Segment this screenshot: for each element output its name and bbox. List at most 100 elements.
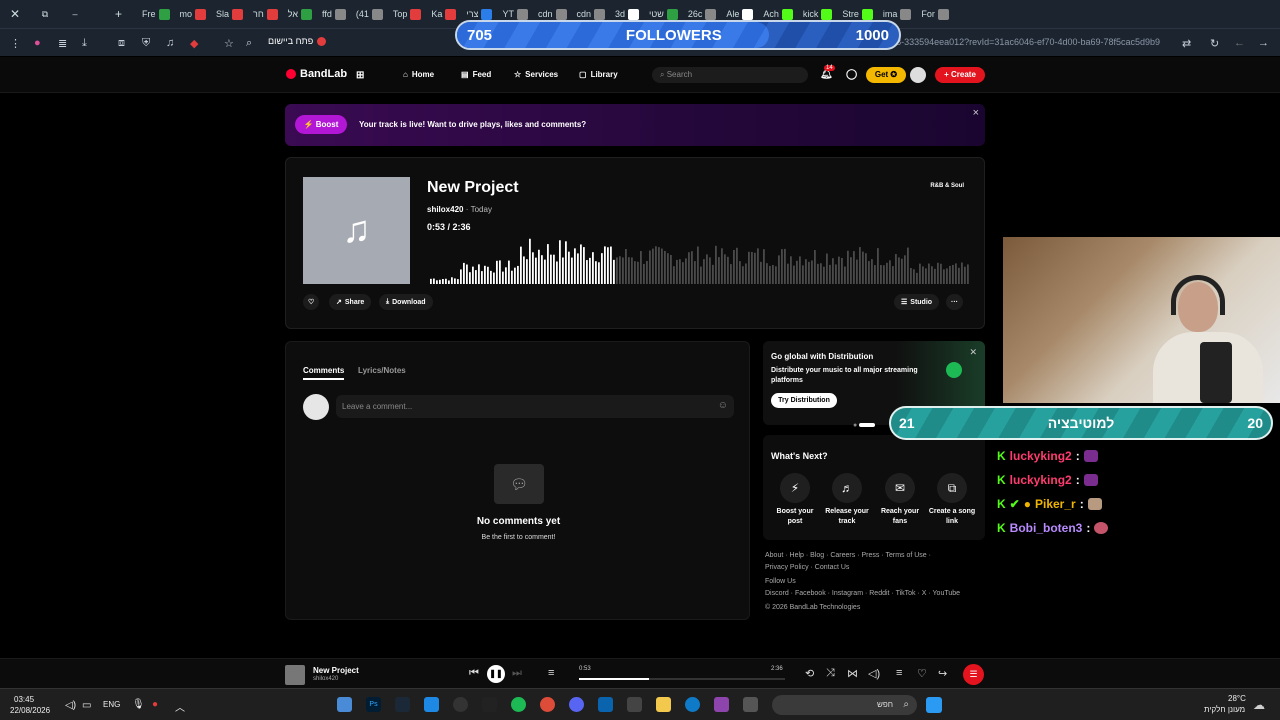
open-in-app-button[interactable]: פתח ביישום xyxy=(268,36,327,46)
app-icon[interactable] xyxy=(337,697,352,712)
skip-icon[interactable]: ⋈ xyxy=(847,667,858,680)
studio-button[interactable]: ☰ Studio xyxy=(894,294,940,310)
browser-tab[interactable]: Fre xyxy=(137,0,175,28)
edge-icon[interactable] xyxy=(685,697,700,712)
more-options-button[interactable]: ··· xyxy=(946,294,963,310)
tab-lyrics-notes[interactable]: Lyrics/Notes xyxy=(358,366,406,375)
player-title[interactable]: New Project xyxy=(313,666,359,675)
close-icon[interactable]: ✕ xyxy=(969,347,977,358)
repeat-icon[interactable]: ⟲ xyxy=(805,667,814,680)
reload-icon[interactable]: ↻ xyxy=(1210,37,1219,50)
bandlab-logo[interactable]: BandLab xyxy=(286,68,347,80)
nav-library[interactable]: ▢ Library xyxy=(579,70,618,79)
browser-tab[interactable]: אל xyxy=(283,0,317,28)
taskbar-search[interactable]: חפש ⌕ xyxy=(772,695,917,715)
mic-icon[interactable]: 🎙︎ xyxy=(132,699,145,710)
discord-icon[interactable] xyxy=(569,697,584,712)
like-button[interactable]: ♡ xyxy=(303,294,320,310)
clock-date[interactable]: 22/08/2026 xyxy=(10,706,50,715)
footer-links[interactable]: About · Help · Blog · Careers · Press · … xyxy=(765,550,990,562)
close-window-icon[interactable]: ✕ xyxy=(0,7,30,21)
browser-tab[interactable]: For xyxy=(916,0,954,28)
store-icon[interactable] xyxy=(627,697,642,712)
boost-post-action[interactable]: ⚡︎ Boost your post xyxy=(770,473,820,527)
obs-icon[interactable] xyxy=(453,697,468,712)
weather-desc[interactable]: מעונן חלקית xyxy=(1204,705,1245,714)
song-link-action[interactable]: ⧉ Create a song link xyxy=(927,473,977,527)
queue-icon[interactable]: ≡ xyxy=(548,667,554,679)
collections-icon[interactable]: ≣ xyxy=(58,37,67,50)
shield-icon[interactable]: ⛨ xyxy=(142,37,150,50)
track-artwork[interactable]: ♫ xyxy=(303,177,410,284)
player-thumbnail[interactable] xyxy=(285,665,305,685)
user-avatar[interactable] xyxy=(910,67,926,83)
app-tray-icon[interactable]: ● xyxy=(152,699,158,710)
spotify-icon[interactable] xyxy=(511,697,526,712)
shuffle-icon[interactable]: ⤨ xyxy=(826,667,835,680)
tab-actions-icon[interactable]: ⧉ xyxy=(30,9,60,20)
notepad-icon[interactable] xyxy=(424,697,439,712)
waveform[interactable] xyxy=(430,236,970,284)
browser-tab[interactable]: חר xyxy=(248,0,283,28)
download-icon[interactable]: ⤓ xyxy=(82,37,87,50)
browser-tab[interactable]: Sla xyxy=(211,0,248,28)
language-indicator[interactable]: ENG xyxy=(103,700,120,709)
minimize-icon[interactable]: – xyxy=(60,9,90,19)
release-track-action[interactable]: ♬ Release your track xyxy=(822,473,872,527)
epic-games-icon[interactable] xyxy=(482,697,497,712)
search-icon[interactable]: ⌕ xyxy=(246,37,252,50)
player-artist[interactable]: shilox420 xyxy=(313,676,338,682)
new-tab-icon[interactable]: + xyxy=(115,7,127,21)
get-membership-button[interactable]: Get ✪ xyxy=(866,67,906,83)
nav-home[interactable]: ⌂ Home xyxy=(403,70,434,79)
try-distribution-button[interactable]: Try Distribution xyxy=(771,393,837,408)
weather-cloud-icon[interactable]: ☁ xyxy=(1253,698,1265,712)
mail-icon[interactable] xyxy=(598,697,613,712)
pause-button[interactable]: ❚❚ xyxy=(487,665,505,683)
favorite-star-icon[interactable]: ☆ xyxy=(224,37,234,50)
network-icon[interactable]: ▭ xyxy=(82,700,91,711)
close-icon[interactable]: × xyxy=(973,107,979,119)
nav-services[interactable]: ☆ Services xyxy=(514,70,558,79)
browser-tab[interactable]: (41 xyxy=(351,0,388,28)
ms-app-icon[interactable] xyxy=(714,697,729,712)
browser-tab[interactable]: mo xyxy=(175,0,212,28)
steam-icon[interactable] xyxy=(395,697,410,712)
menu-icon[interactable]: ⋮ xyxy=(10,37,21,50)
player-progress-bar[interactable] xyxy=(579,678,785,680)
previous-icon[interactable]: ⏮︎ xyxy=(469,667,479,680)
file-explorer-icon[interactable] xyxy=(656,697,671,712)
next-icon[interactable]: ⏭︎ xyxy=(512,667,522,680)
footer-links-2[interactable]: Privacy Policy · Contact Us xyxy=(765,562,990,574)
volume-icon[interactable]: ◁) xyxy=(868,667,880,680)
carousel-dots[interactable]: ● xyxy=(853,422,876,429)
browser-tab[interactable]: Top xyxy=(388,0,427,28)
volume-icon[interactable]: ◁) xyxy=(65,700,76,711)
download-button[interactable]: ⤓ Download xyxy=(379,294,433,310)
chrome-icon[interactable] xyxy=(540,697,555,712)
back-icon[interactable]: → xyxy=(1258,37,1269,49)
emoji-icon[interactable]: ☺ xyxy=(718,400,728,411)
playlist-add-icon[interactable]: ≡ xyxy=(896,667,902,679)
app-icon[interactable] xyxy=(743,697,758,712)
reach-fans-action[interactable]: ✉ Reach your fans xyxy=(875,473,925,527)
read-aloud-icon[interactable]: ♫ xyxy=(166,37,174,49)
social-links[interactable]: Discord · Facebook · Instagram · Reddit … xyxy=(765,588,990,600)
apps-grid-icon[interactable]: ⊞ xyxy=(356,70,364,81)
clock-time[interactable]: 03:45 xyxy=(14,695,34,704)
translate-icon[interactable]: ⇄ xyxy=(1182,37,1191,50)
share-icon[interactable]: ↪ xyxy=(938,667,947,680)
messages-icon[interactable]: ◯ xyxy=(846,69,857,80)
nav-feed[interactable]: ▤ Feed xyxy=(461,70,491,79)
tray-chevron-icon[interactable]: ︿ xyxy=(175,699,185,714)
extensions-icon[interactable]: ⧈ xyxy=(118,37,125,50)
profile-icon[interactable]: ● xyxy=(34,37,41,49)
comment-input[interactable]: Leave a comment... ☺ xyxy=(336,395,734,418)
heart-icon[interactable]: ♡ xyxy=(917,667,927,680)
tab-comments[interactable]: Comments xyxy=(303,366,345,380)
queue-button[interactable]: ☰ xyxy=(963,664,984,685)
browser-tab[interactable]: ffd xyxy=(317,0,351,28)
track-artist[interactable]: shilox420 xyxy=(427,205,463,214)
browser-tab[interactable]: Ka xyxy=(426,0,461,28)
windows-start-icon[interactable] xyxy=(926,697,942,713)
